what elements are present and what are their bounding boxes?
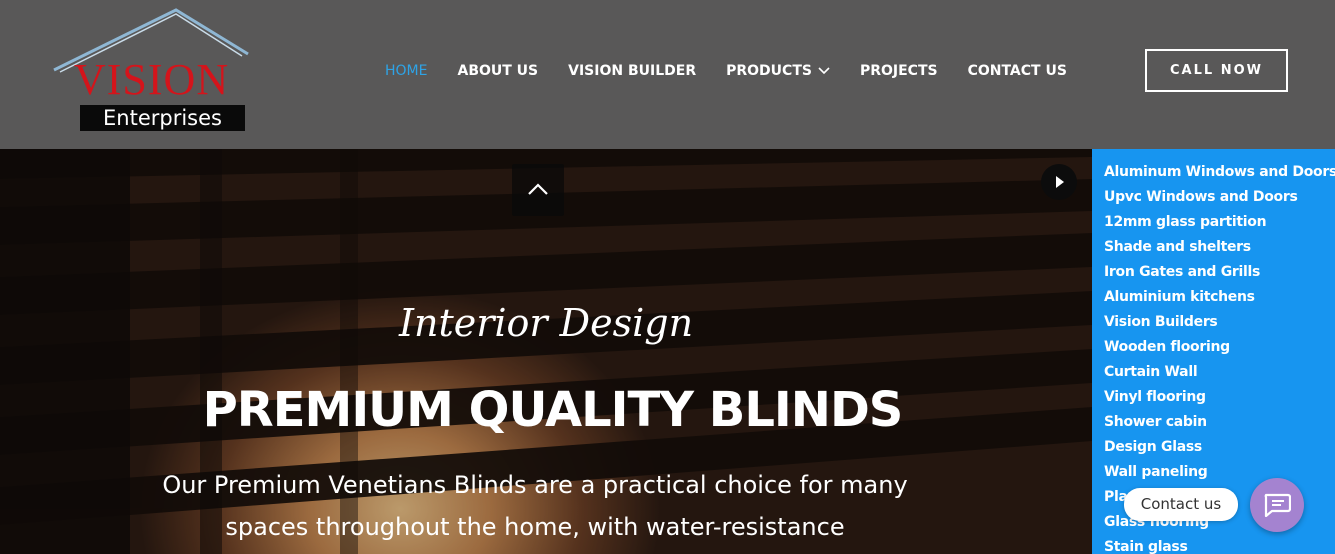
nav-about-us[interactable]: ABOUT US: [457, 63, 538, 79]
side-item-shower-cabin[interactable]: Shower cabin: [1104, 410, 1335, 435]
call-now-button[interactable]: CALL NOW: [1145, 49, 1288, 92]
nav-projects[interactable]: PROJECTS: [860, 63, 938, 79]
hero-script-heading: Interior Design: [398, 301, 694, 345]
side-item-wall-paneling[interactable]: Wall paneling: [1104, 460, 1335, 485]
nav-home[interactable]: HOME: [385, 63, 427, 79]
side-item-wooden-flooring[interactable]: Wooden flooring: [1104, 335, 1335, 360]
side-item-design-glass[interactable]: Design Glass: [1104, 435, 1335, 460]
hero-title: PREMIUM QUALITY BLINDS: [202, 382, 904, 438]
main-nav: HOME ABOUT US VISION BUILDER PRODUCTS PR…: [385, 60, 1097, 82]
chevron-down-icon: [818, 67, 830, 75]
nav-vision-builder[interactable]: VISION BUILDER: [568, 63, 696, 79]
site-header: VISION Enterprises HOME ABOUT US VISION …: [0, 0, 1335, 149]
contact-us-label[interactable]: Contact us: [1124, 488, 1238, 521]
hero-description: Our Premium Venetians Blinds are a pract…: [162, 471, 908, 541]
side-item-iron-gates[interactable]: Iron Gates and Grills: [1104, 260, 1335, 285]
nav-contact-us[interactable]: CONTACT US: [968, 63, 1067, 79]
side-item-vinyl-flooring[interactable]: Vinyl flooring: [1104, 385, 1335, 410]
side-item-shade-shelters[interactable]: Shade and shelters: [1104, 235, 1335, 260]
nav-products[interactable]: PRODUCTS: [726, 63, 830, 79]
side-item-aluminum-windows[interactable]: Aluminum Windows and Doors: [1104, 160, 1335, 185]
nav-products-label: PRODUCTS: [726, 63, 812, 79]
side-item-stain-glass[interactable]: Stain glass: [1104, 535, 1335, 554]
play-icon: [1056, 176, 1064, 188]
side-item-vision-builders[interactable]: Vision Builders: [1104, 310, 1335, 335]
side-item-curtain-wall[interactable]: Curtain Wall: [1104, 360, 1335, 385]
chevron-up-icon: [528, 183, 548, 195]
logo-tagline: Enterprises: [80, 105, 245, 131]
logo-wordmark: VISION: [74, 55, 230, 104]
chat-icon: [1264, 493, 1291, 517]
chat-widget-button[interactable]: [1250, 478, 1304, 532]
side-item-upvc-windows[interactable]: Upvc Windows and Doors: [1104, 185, 1335, 210]
slider-next-button[interactable]: [1041, 164, 1077, 200]
side-item-glass-partition[interactable]: 12mm glass partition: [1104, 210, 1335, 235]
site-logo[interactable]: VISION Enterprises: [52, 8, 252, 134]
side-item-aluminium-kitchens[interactable]: Aluminium kitchens: [1104, 285, 1335, 310]
scroll-up-button[interactable]: [512, 164, 564, 216]
